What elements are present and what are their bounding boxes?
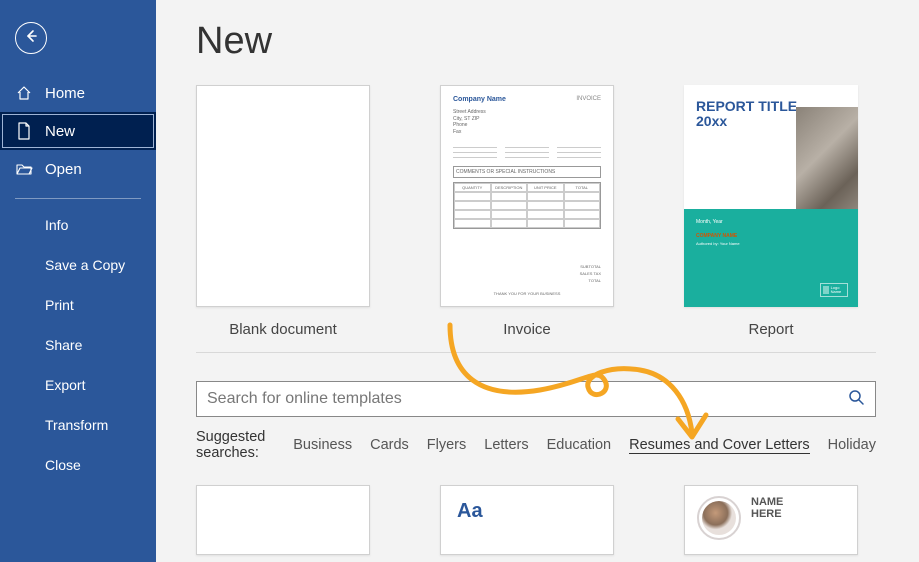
search-input[interactable] [207, 390, 847, 408]
sidebar-item-label: Info [45, 217, 68, 233]
suggested-resumes[interactable]: Resumes and Cover Letters [629, 437, 810, 454]
sidebar-item-label: Save a Copy [45, 257, 125, 273]
template-label: Blank document [229, 321, 337, 338]
backstage-sidebar: Home New Open Info Save a Copy Print Sha… [0, 0, 156, 562]
sidebar-item-label: Export [45, 377, 85, 393]
template-card-peek-resume[interactable]: NAME HERE [684, 485, 858, 555]
template-search-section: Suggested searches: Business Cards Flyer… [196, 381, 876, 461]
sidebar-item-open[interactable]: Open [0, 150, 156, 188]
template-thumb-peek-1 [196, 485, 370, 555]
template-thumb-report: REPORT TITLE20xx Month, Year COMPANY NAM… [684, 85, 858, 307]
sidebar-item-export[interactable]: Export [0, 365, 156, 405]
report-cover-image [796, 107, 858, 225]
report-logo: Logo Name [820, 283, 848, 297]
invoice-footer: THANK YOU FOR YOUR BUSINESS [453, 291, 601, 296]
template-card-invoice[interactable]: Company Name INVOICE Street AddressCity,… [440, 85, 614, 338]
sidebar-item-label: Share [45, 337, 82, 353]
template-card-blank[interactable]: Blank document [196, 85, 370, 338]
sidebar-item-label: Print [45, 297, 74, 313]
sidebar-item-new[interactable]: New [0, 112, 156, 150]
style-sample-text: Aa [457, 500, 483, 522]
report-title-1: REPORT TITLE [696, 98, 797, 114]
sidebar-item-share[interactable]: Share [0, 325, 156, 365]
open-folder-icon [15, 160, 33, 178]
invoice-badge: INVOICE [576, 96, 601, 103]
resume-avatar [697, 496, 741, 540]
new-doc-icon [15, 122, 33, 140]
sidebar-item-label: Home [45, 85, 85, 102]
template-card-peek-1[interactable] [196, 485, 370, 555]
template-label: Report [748, 321, 793, 338]
more-templates-row: Aa NAME HERE [196, 485, 919, 555]
sidebar-item-label: Transform [45, 417, 108, 433]
template-label: Invoice [503, 321, 551, 338]
invoice-header-unit: UNIT PRICE [527, 183, 564, 192]
report-title-2: 20xx [696, 113, 727, 129]
sidebar-item-label: Open [45, 161, 82, 178]
report-logo-text: Logo Name [831, 286, 845, 294]
report-author: Authored by: Your Name [696, 241, 846, 246]
sidebar-item-label: Close [45, 457, 81, 473]
invoice-company: Company Name [453, 96, 506, 103]
sidebar-item-label: New [45, 123, 75, 140]
search-box[interactable] [196, 381, 876, 417]
sidebar-secondary-group: Info Save a Copy Print Share Export Tran… [0, 205, 156, 485]
report-company: COMPANY NAME [696, 233, 846, 239]
back-button[interactable] [15, 22, 47, 54]
template-thumb-blank [196, 85, 370, 307]
template-thumb-peek-resume: NAME HERE [684, 485, 858, 555]
invoice-header-desc: DESCRIPTION [491, 183, 528, 192]
suggested-letters[interactable]: Letters [484, 437, 528, 453]
report-subtitle: Month, Year [696, 219, 846, 225]
back-arrow-icon [23, 28, 39, 49]
suggested-searches-row: Suggested searches: Business Cards Flyer… [196, 429, 876, 461]
search-icon[interactable] [847, 388, 865, 411]
suggested-holiday[interactable]: Holiday [828, 437, 876, 453]
sidebar-item-print[interactable]: Print [0, 285, 156, 325]
home-icon [15, 84, 33, 102]
sidebar-item-info[interactable]: Info [0, 205, 156, 245]
suggested-label: Suggested searches: [196, 429, 275, 461]
sidebar-item-save-copy[interactable]: Save a Copy [0, 245, 156, 285]
template-card-peek-2[interactable]: Aa [440, 485, 614, 555]
suggested-cards[interactable]: Cards [370, 437, 409, 453]
sidebar-item-home[interactable]: Home [0, 74, 156, 112]
sidebar-separator [15, 198, 141, 199]
main-panel: New Blank document Company Name INVOICE … [156, 0, 919, 562]
template-thumb-peek-2: Aa [440, 485, 614, 555]
suggested-education[interactable]: Education [547, 437, 612, 453]
resume-name-1: NAME [751, 496, 783, 508]
invoice-header-qty: QUANTITY [454, 183, 491, 192]
sidebar-primary-group: Home New Open [0, 74, 156, 188]
template-thumb-invoice: Company Name INVOICE Street AddressCity,… [440, 85, 614, 307]
suggested-flyers[interactable]: Flyers [427, 437, 466, 453]
featured-templates-row: Blank document Company Name INVOICE Stre… [196, 85, 919, 338]
section-divider [196, 352, 876, 353]
sidebar-item-transform[interactable]: Transform [0, 405, 156, 445]
page-title: New [196, 20, 919, 63]
suggested-business[interactable]: Business [293, 437, 352, 453]
sidebar-item-close[interactable]: Close [0, 445, 156, 485]
invoice-header-total: TOTAL [564, 183, 601, 192]
resume-name-2: HERE [751, 508, 783, 520]
template-card-report[interactable]: REPORT TITLE20xx Month, Year COMPANY NAM… [684, 85, 858, 338]
